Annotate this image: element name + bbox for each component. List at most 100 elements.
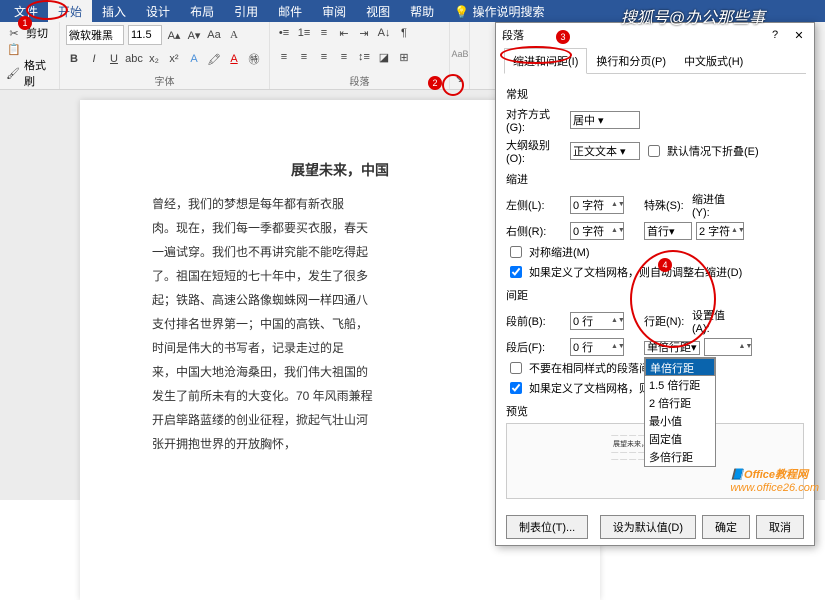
watermark: 搜狐号@办公那些事 [621,4,765,28]
cancel-button[interactable]: 取消 [756,515,804,539]
dd-1-5[interactable]: 1.5 倍行距 [645,376,715,394]
dd-multiple[interactable]: 多倍行距 [645,448,715,466]
fmt-label: 格式刷 [24,57,53,89]
before-label: 段前(B): [506,313,566,329]
subscript-icon[interactable]: x₂ [146,51,162,67]
doc-para: 肉。现在，我们每一季都要买衣服，春天 [128,216,552,240]
doc-para: 发生了前所未有的大变化。70 年风雨兼程 [128,384,552,408]
font-name-select[interactable] [66,25,124,45]
dialog-title: 段落 [502,27,524,43]
tab-help[interactable]: 帮助 [400,0,444,23]
special-label: 特殊(S): [644,197,688,213]
change-case-icon[interactable]: Aa [206,27,222,43]
tab-review[interactable]: 审阅 [312,0,356,23]
shrink-font-icon[interactable]: A▾ [186,27,202,43]
align-right-icon[interactable]: ≡ [316,49,332,65]
collapse-checkbox[interactable] [648,145,660,157]
line-spacing-select[interactable]: 单倍行距▾ [644,341,700,355]
dd-min[interactable]: 最小值 [645,412,715,430]
tab-insert[interactable]: 插入 [92,0,136,23]
align-left-icon[interactable]: ≡ [276,49,292,65]
highlight-icon[interactable]: 🖍 [206,51,222,67]
annotation-2: 2 [428,76,442,90]
left-indent-spin[interactable]: 0 字符▲▼ [570,196,624,214]
dd-single[interactable]: 单倍行距 [645,358,715,376]
by-label: 缩进值(Y): [692,191,742,219]
right-indent-label: 右侧(R): [506,223,566,239]
at-spin[interactable]: ▲▼ [704,338,752,356]
paragraph-label: 段落 [276,73,443,88]
enclose-icon[interactable]: ㊕ [246,51,262,67]
format-painter-icon[interactable]: 🖌 [6,65,20,81]
special-select[interactable]: 首行▾ [644,222,692,240]
sort-icon[interactable]: A↓ [376,25,392,41]
indent-inc-icon[interactable]: ⇥ [356,25,372,41]
dd-exact[interactable]: 固定值 [645,430,715,448]
paste-icon[interactable]: 📋 [6,41,22,57]
justify-icon[interactable]: ≡ [336,49,352,65]
superscript-icon[interactable]: x² [166,51,182,67]
align-center-icon[interactable]: ≡ [296,49,312,65]
tabs-button[interactable]: 制表位(T)... [506,515,588,539]
doc-para: 张开拥抱世界的开放胸怀， [128,432,552,456]
doc-para: 了。祖国在短短的七十年中，发生了很多 [128,264,552,288]
group-general: 常规 [506,86,804,102]
tab-mailings[interactable]: 邮件 [268,0,312,23]
borders-icon[interactable]: ⊞ [396,49,412,65]
bold-icon[interactable]: B [66,51,82,67]
tab-home[interactable]: 开始 [48,0,92,23]
annotation-3: 3 [556,30,570,44]
multilevel-icon[interactable]: ≡ [316,25,332,41]
dd-double[interactable]: 2 倍行距 [645,394,715,412]
ok-button[interactable]: 确定 [702,515,750,539]
annotation-1: 1 [18,16,32,30]
doc-title: 展望未来，中国 [128,160,552,180]
at-label: 设置值(A): [692,307,742,335]
doc-para: 一遍试穿。我们也不再讲究能不能吃得起 [128,240,552,264]
strike-icon[interactable]: abc [126,51,142,67]
snap-grid-checkbox[interactable] [510,382,522,394]
numbering-icon[interactable]: 1≡ [296,25,312,41]
phonetic-icon[interactable]: A [226,27,242,43]
close-icon[interactable]: ✕ [790,29,808,42]
no-space-same-checkbox[interactable] [510,362,522,374]
left-indent-label: 左侧(L): [506,197,566,213]
tab-line-page[interactable]: 换行和分页(P) [587,48,675,74]
by-spin[interactable]: 2 字符▲▼ [696,222,744,240]
before-spin[interactable]: 0 行▲▼ [570,312,624,330]
tab-indent-spacing[interactable]: 缩进和间距(I) [504,48,587,74]
tab-references[interactable]: 引用 [224,0,268,23]
outline-select[interactable]: 正文文本 ▾ [570,142,640,160]
after-spin[interactable]: 0 行▲▼ [570,338,624,356]
line-spacing-icon[interactable]: ↕≡ [356,49,372,65]
mirror-checkbox[interactable] [510,246,522,258]
alignment-label: 对齐方式(G): [506,106,566,134]
paragraph-launcher-icon[interactable]: ↘ [451,71,467,87]
help-icon[interactable]: ? [766,29,784,42]
shading-icon[interactable]: ◪ [376,49,392,65]
tab-view[interactable]: 视图 [356,0,400,23]
aabb-icon[interactable]: AaB [452,46,468,62]
annotation-4: 4 [658,258,672,272]
italic-icon[interactable]: I [86,51,102,67]
underline-icon[interactable]: U [106,51,122,67]
doc-para: 起；铁路、高速公路像蜘蛛网一样四通八 [128,288,552,312]
show-marks-icon[interactable]: ¶ [396,25,412,41]
doc-para: 来，中国大地沧海桑田，我们伟大祖国的 [128,360,552,384]
tab-asian[interactable]: 中文版式(H) [675,48,752,74]
font-size-select[interactable] [128,25,162,45]
auto-indent-checkbox[interactable] [510,266,522,278]
tab-layout[interactable]: 布局 [180,0,224,23]
font-label: 字体 [66,73,263,88]
indent-dec-icon[interactable]: ⇤ [336,25,352,41]
font-color-icon[interactable]: A [226,51,242,67]
line-spacing-label: 行距(N): [644,313,688,329]
bullets-icon[interactable]: •≡ [276,25,292,41]
tell-me[interactable]: 💡 操作说明搜索 [444,0,554,23]
grow-font-icon[interactable]: A▴ [166,27,182,43]
text-effects-icon[interactable]: A [186,51,202,67]
tab-design[interactable]: 设计 [136,0,180,23]
alignment-select[interactable]: 居中 ▾ [570,111,640,129]
right-indent-spin[interactable]: 0 字符▲▼ [570,222,624,240]
default-button[interactable]: 设为默认值(D) [600,515,696,539]
